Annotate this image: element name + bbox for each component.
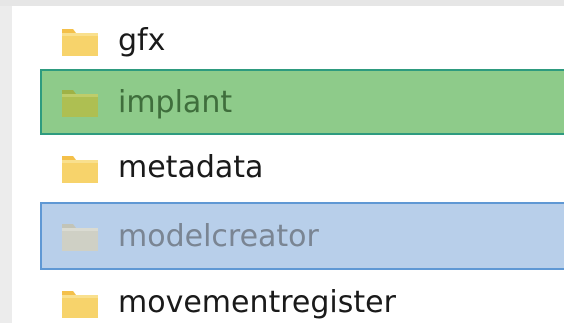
folder-icon xyxy=(62,291,98,318)
folder-icon xyxy=(62,224,98,251)
folder-name-label: implant xyxy=(118,85,233,120)
list-item-implant[interactable]: implant xyxy=(40,69,564,135)
file-explorer-window: gfx implant metadata modelcreator moveme… xyxy=(0,0,564,323)
folder-icon xyxy=(62,29,98,56)
folder-name-label: modelcreator xyxy=(118,219,319,254)
folder-list: gfx implant metadata modelcreator moveme… xyxy=(12,6,564,323)
list-item-movementregister[interactable]: movementregister xyxy=(12,274,564,323)
list-item-modelcreator[interactable]: modelcreator xyxy=(40,202,564,270)
list-item-gfx[interactable]: gfx xyxy=(12,12,564,72)
list-item-metadata[interactable]: metadata xyxy=(12,139,564,199)
folder-name-label: movementregister xyxy=(118,285,396,320)
folder-name-label: gfx xyxy=(118,23,166,58)
folder-icon xyxy=(62,156,98,183)
folder-name-label: metadata xyxy=(118,150,264,185)
folder-icon xyxy=(62,90,98,117)
